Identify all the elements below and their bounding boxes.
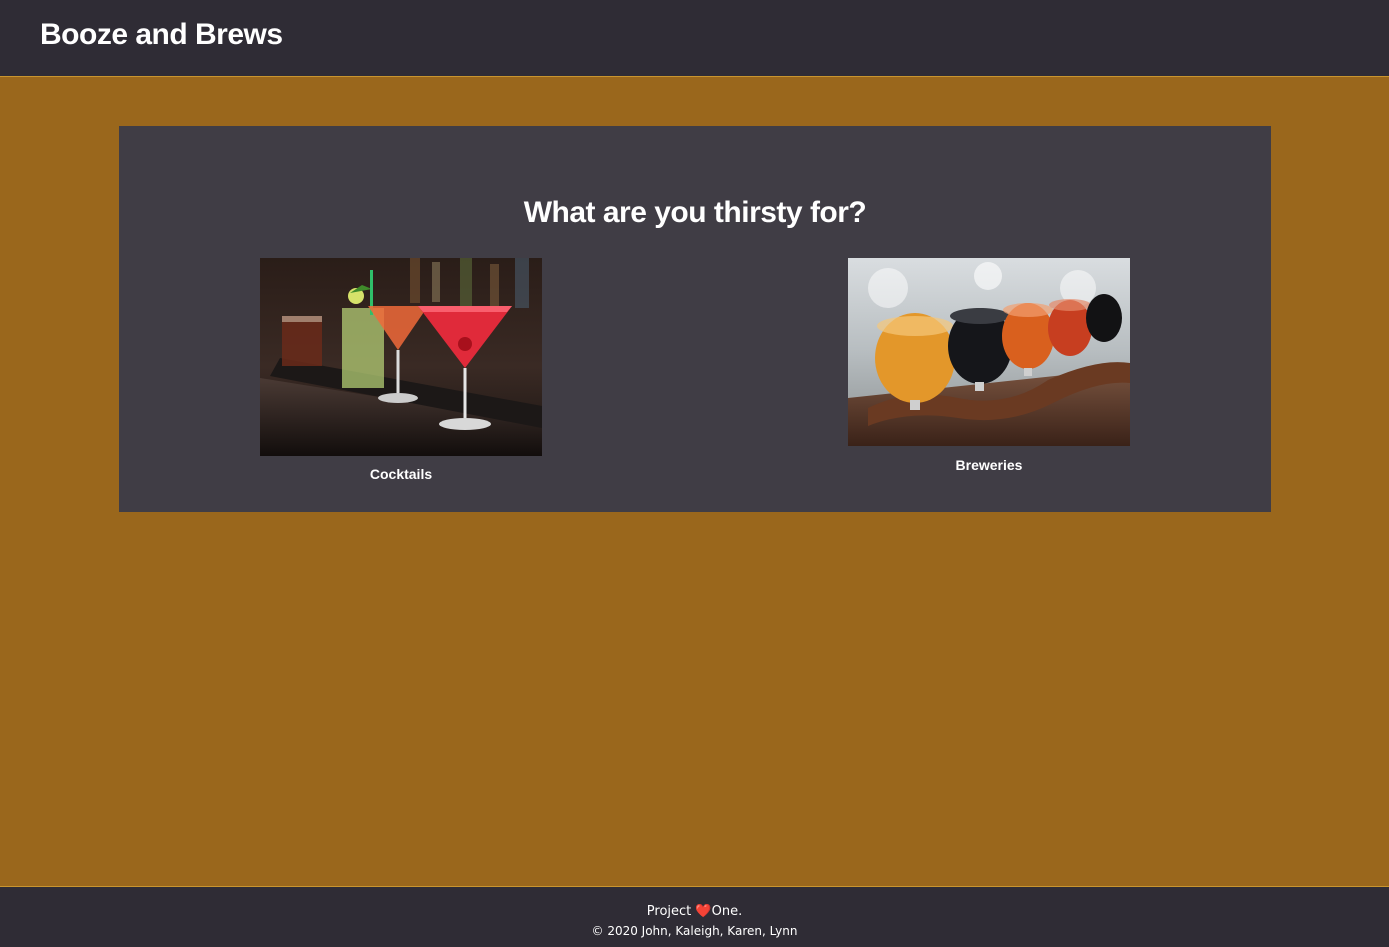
page-title: What are you thirsty for? (523, 196, 867, 229)
footer-copyright: © 2020 John, Kaleigh, Karen, Lynn (591, 924, 798, 938)
brand-logo-link[interactable]: Booze and Brews (40, 18, 283, 52)
heart-icon: ❤️ (695, 904, 712, 919)
breweries-image[interactable] (848, 258, 1130, 446)
choice-panel: What are you thirsty for? Cocktails Brew… (119, 126, 1271, 512)
footer-project-suffix: One. (711, 904, 743, 919)
cocktails-label[interactable]: Cocktails (260, 466, 542, 482)
breweries-label[interactable]: Breweries (848, 457, 1130, 473)
breweries-card[interactable]: Breweries (848, 258, 1130, 473)
cocktails-card[interactable]: Cocktails (260, 258, 542, 482)
cocktails-image[interactable] (260, 258, 542, 456)
footer-project-prefix: Project (646, 904, 696, 919)
top-navbar: Booze and Brews (0, 0, 1389, 77)
footer: Project ❤️One. © 2020 John, Kaleigh, Kar… (0, 886, 1389, 947)
footer-project-line: Project ❤️One. (0, 904, 1389, 919)
